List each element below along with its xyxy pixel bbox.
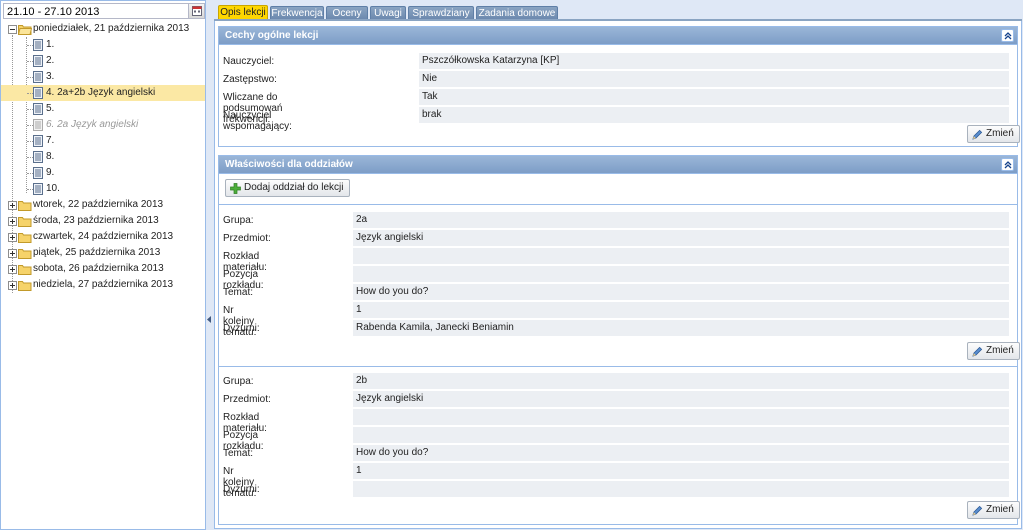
week-range-text: 21.10 - 27.10 2013 bbox=[7, 6, 100, 18]
folder-icon bbox=[18, 217, 32, 227]
lesson-document-icon bbox=[33, 167, 43, 179]
tree-lesson-10[interactable]: 10. bbox=[1, 181, 205, 197]
group-properties-title: Właściwości dla oddziałów bbox=[225, 159, 353, 170]
lesson-tree-panel: 21.10 - 27.10 2013 poniedziałek, 21 paźd… bbox=[0, 0, 206, 530]
tree-day-monday[interactable]: poniedziałek, 21 października 2013 bbox=[1, 21, 205, 37]
pencil-icon bbox=[972, 346, 983, 357]
lesson-document-icon bbox=[33, 103, 43, 115]
tree-day-saturday[interactable]: sobota, 26 października 2013 bbox=[1, 261, 205, 277]
lesson-document-icon bbox=[33, 39, 43, 51]
panel-splitter[interactable] bbox=[206, 0, 212, 530]
tree-day-wednesday[interactable]: środa, 23 października 2013 bbox=[1, 213, 205, 229]
expand-toggle-icon[interactable] bbox=[8, 233, 17, 242]
tab-zadania-domowe[interactable]: Zadania domowe bbox=[476, 6, 558, 20]
tree-lesson-1[interactable]: 1. bbox=[1, 37, 205, 53]
lesson-document-icon bbox=[33, 71, 43, 83]
general-features-title: Cechy ogólne lekcji bbox=[225, 30, 319, 41]
tab-oceny[interactable]: Oceny bbox=[326, 6, 368, 20]
tab-sprawdziany[interactable]: Sprawdziany bbox=[408, 6, 474, 20]
collapse-toggle-icon[interactable] bbox=[8, 25, 17, 34]
group-properties-panel: Właściwości dla oddziałów Dodaj oddział … bbox=[218, 155, 1020, 525]
tree-lesson-3[interactable]: 3. bbox=[1, 69, 205, 85]
change-group-2b-button[interactable]: Zmień bbox=[967, 501, 1020, 519]
folder-icon bbox=[18, 249, 32, 259]
collapse-panel-icon[interactable] bbox=[1001, 158, 1014, 171]
tree-day-tuesday[interactable]: wtorek, 22 października 2013 bbox=[1, 197, 205, 213]
collapse-panel-icon[interactable] bbox=[1001, 29, 1014, 42]
general-features-panel: Cechy ogólne lekcji Nauczyciel: Pszczółk… bbox=[218, 26, 1020, 147]
tree-lesson-2[interactable]: 2. bbox=[1, 53, 205, 69]
general-features-header: Cechy ogólne lekcji bbox=[219, 27, 1017, 45]
tree-lesson-4-selected[interactable]: 4. 2a+2b Język angielski bbox=[1, 85, 205, 101]
pencil-icon bbox=[972, 505, 983, 516]
tree-lesson-5[interactable]: 5. bbox=[1, 101, 205, 117]
tab-strip: Opis lekcji Frekwencja Oceny Uwagi Spraw… bbox=[214, 4, 1022, 20]
lesson-document-icon bbox=[33, 87, 43, 99]
folder-icon bbox=[18, 233, 32, 243]
expand-toggle-icon[interactable] bbox=[8, 281, 17, 290]
tree-lesson-8[interactable]: 8. bbox=[1, 149, 205, 165]
folder-icon bbox=[18, 281, 32, 291]
lesson-document-icon bbox=[33, 55, 43, 67]
expand-toggle-icon[interactable] bbox=[8, 265, 17, 274]
expand-toggle-icon[interactable] bbox=[8, 201, 17, 210]
folder-icon bbox=[18, 265, 32, 275]
lesson-tree: poniedziałek, 21 października 2013 1. 2.… bbox=[1, 21, 205, 293]
tree-day-friday[interactable]: piątek, 25 października 2013 bbox=[1, 245, 205, 261]
group-divider bbox=[219, 204, 1017, 205]
collapse-left-arrow-icon[interactable] bbox=[207, 316, 211, 323]
lesson-document-icon bbox=[33, 135, 43, 147]
tree-lesson-7[interactable]: 7. bbox=[1, 133, 205, 149]
tree-lesson-6-cancelled[interactable]: 6. 2a Język angielski bbox=[1, 117, 205, 133]
group-properties-header: Właściwości dla oddziałów bbox=[219, 156, 1017, 174]
change-general-button[interactable]: Zmień bbox=[967, 125, 1020, 143]
tree-lesson-9[interactable]: 9. bbox=[1, 165, 205, 181]
tree-day-sunday[interactable]: niedziela, 27 października 2013 bbox=[1, 277, 205, 293]
pencil-icon bbox=[972, 129, 983, 140]
lesson-document-icon bbox=[33, 119, 43, 131]
add-group-button[interactable]: Dodaj oddział do lekcji bbox=[225, 179, 350, 197]
week-selector[interactable]: 21.10 - 27.10 2013 bbox=[3, 3, 205, 19]
lesson-document-icon bbox=[33, 151, 43, 163]
folder-icon bbox=[18, 201, 32, 211]
lesson-document-icon bbox=[33, 183, 43, 195]
lesson-description-content: Cechy ogólne lekcji Nauczyciel: Pszczółk… bbox=[214, 21, 1022, 529]
calendar-icon[interactable] bbox=[188, 4, 204, 18]
group-divider bbox=[219, 366, 1017, 367]
plus-icon bbox=[230, 183, 241, 194]
folder-open-icon bbox=[18, 25, 32, 35]
tab-uwagi[interactable]: Uwagi bbox=[370, 6, 406, 20]
change-group-2a-button[interactable]: Zmień bbox=[967, 342, 1020, 360]
tree-day-thursday[interactable]: czwartek, 24 października 2013 bbox=[1, 229, 205, 245]
tab-frekwencja[interactable]: Frekwencja bbox=[270, 6, 324, 20]
tab-opis-lekcji[interactable]: Opis lekcji bbox=[218, 5, 268, 20]
expand-toggle-icon[interactable] bbox=[8, 249, 17, 258]
expand-toggle-icon[interactable] bbox=[8, 217, 17, 226]
